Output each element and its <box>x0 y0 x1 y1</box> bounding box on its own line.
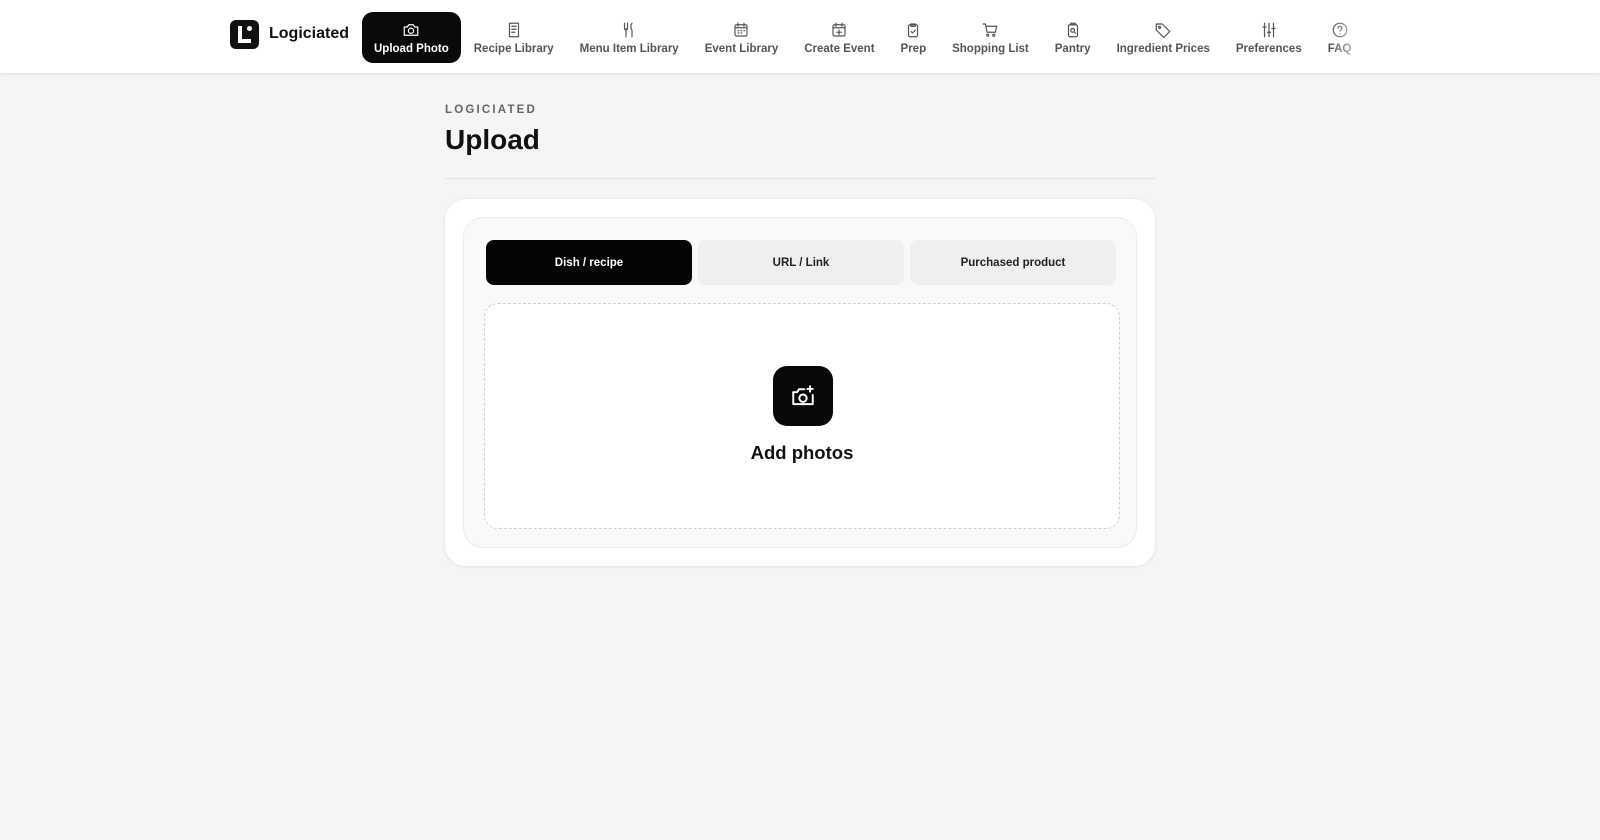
brand[interactable]: Logiciated <box>230 19 349 49</box>
nav-item-label: Recipe Library <box>473 43 554 55</box>
upload-card: Dish / recipe URL / Link Purchased produ… <box>444 198 1156 567</box>
nav-item-label: FAQ <box>1327 43 1352 55</box>
nav-item-menu-item-library[interactable]: Menu Item Library <box>567 12 692 63</box>
nav-item-recipe-library[interactable]: Recipe Library <box>461 12 567 63</box>
header-divider <box>445 178 1156 179</box>
add-photo-button[interactable] <box>773 366 833 426</box>
nav-item-ingredient-prices[interactable]: Ingredient Prices <box>1104 12 1223 63</box>
book-icon <box>504 20 524 40</box>
search-jar-icon <box>1063 20 1083 40</box>
nav-item-event-library[interactable]: Event Library <box>692 12 792 63</box>
upload-panel: Dish / recipe URL / Link Purchased produ… <box>463 217 1137 548</box>
page-title: Upload <box>445 124 540 155</box>
upload-type-tabs: Dish / recipe URL / Link Purchased produ… <box>486 240 1116 285</box>
nav-item-shopping-list[interactable]: Shopping List <box>939 12 1042 63</box>
nav-item-create-event[interactable]: Create Event <box>791 12 887 63</box>
tab-purchased-product[interactable]: Purchased product <box>910 240 1116 285</box>
photo-dropzone[interactable]: Add photos <box>484 303 1120 529</box>
clipboard-check-icon <box>903 20 923 40</box>
nav-item-preferences[interactable]: Preferences <box>1223 12 1315 63</box>
camera-icon <box>401 20 421 40</box>
nav-item-truncated[interactable]: Fe <box>1364 12 1370 63</box>
nav-item-faq[interactable]: FAQ <box>1315 12 1365 63</box>
main-nav: Upload Photo Recipe Library Menu Item Li… <box>362 12 1370 63</box>
tab-url-link[interactable]: URL / Link <box>698 240 904 285</box>
nav-item-label: Event Library <box>704 43 779 55</box>
calendar-icon <box>731 20 751 40</box>
nav-item-label: Ingredient Prices <box>1116 43 1210 55</box>
tag-icon <box>1153 20 1173 40</box>
nav-item-pantry[interactable]: Pantry <box>1042 12 1104 63</box>
nav-item-prep[interactable]: Prep <box>888 12 940 63</box>
nav-item-label: Preferences <box>1235 43 1302 55</box>
sliders-icon <box>1259 20 1279 40</box>
nav-item-label: Pantry <box>1054 43 1091 55</box>
question-icon <box>1330 20 1350 40</box>
cart-icon <box>980 20 1000 40</box>
nav-item-label: Create Event <box>804 43 875 55</box>
add-photos-label: Add photos <box>750 442 854 463</box>
nav-item-label: Upload Photo <box>374 43 449 55</box>
brand-name: Logiciated <box>269 25 350 42</box>
page-eyebrow: LOGICIATED <box>445 104 538 116</box>
top-navigation-bar: Logiciated Upload Photo Recipe Library M… <box>0 0 1600 74</box>
page-header: LOGICIATED Upload <box>445 104 1156 156</box>
nav-item-label: Menu Item Library <box>579 43 679 55</box>
nav-item-label: Shopping List <box>952 43 1029 55</box>
camera-plus-icon <box>792 385 814 406</box>
calendar-plus-icon <box>829 20 849 40</box>
nav-item-upload-photo[interactable]: Upload Photo <box>362 12 461 63</box>
utensils-icon <box>619 20 639 40</box>
logo-icon <box>230 19 259 49</box>
nav-item-label: Prep <box>900 43 927 55</box>
tab-dish-recipe[interactable]: Dish / recipe <box>486 240 692 285</box>
